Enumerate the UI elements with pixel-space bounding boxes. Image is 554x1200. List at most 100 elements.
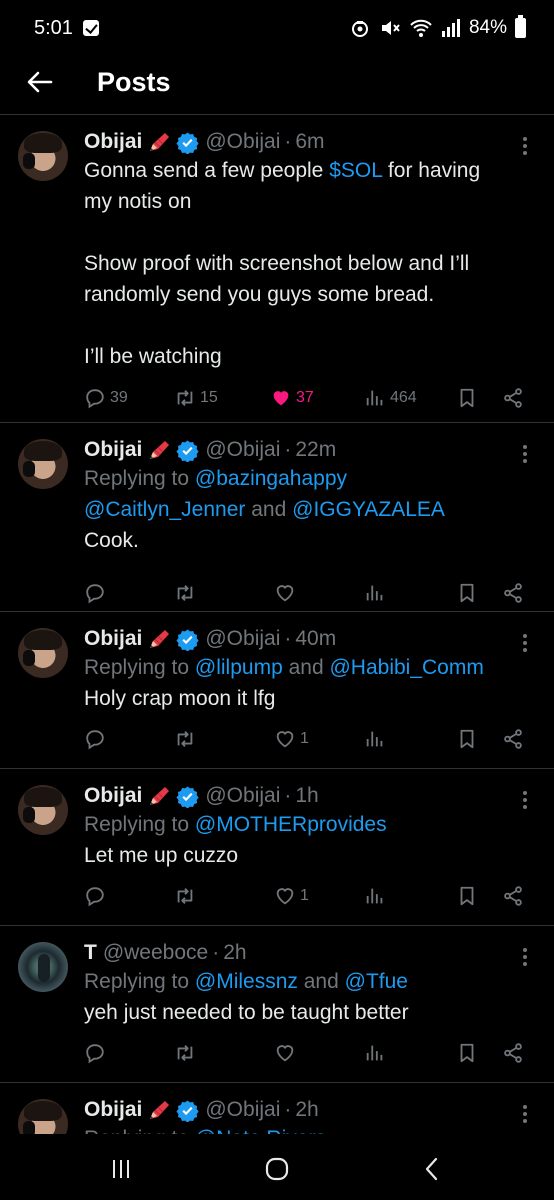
mention-link[interactable]: @Milessnz [195, 970, 298, 993]
views-button[interactable] [364, 1040, 386, 1066]
share-icon [502, 1042, 524, 1064]
avatar[interactable] [18, 942, 68, 992]
post-actions: 1 [84, 883, 534, 909]
mention-link[interactable]: @lilpump [195, 656, 283, 679]
avatar[interactable] [18, 785, 68, 835]
repost-button[interactable] [174, 883, 196, 909]
more-options-icon[interactable] [514, 946, 536, 968]
views-button[interactable] [364, 883, 386, 909]
repost-button[interactable] [174, 726, 196, 752]
share-button[interactable] [502, 580, 524, 606]
status-time: 5:01 [34, 16, 73, 39]
share-button[interactable] [502, 883, 524, 909]
post-time[interactable]: 2h [223, 941, 246, 965]
verified-badge-icon[interactable] [176, 439, 199, 462]
like-button[interactable]: 37 [270, 385, 314, 411]
author-name[interactable]: Obijai [84, 130, 142, 154]
reply-button[interactable] [84, 580, 106, 606]
post-item[interactable]: Obijai @Obijai · 22m Replying to @bazing… [0, 422, 554, 611]
page-title: Posts [97, 67, 171, 97]
like-count: 1 [300, 887, 309, 904]
views-button[interactable]: 464 [364, 385, 417, 411]
like-button[interactable]: 1 [274, 726, 309, 752]
post-time[interactable]: 40m [295, 627, 336, 651]
mention-link[interactable]: @bazingahappy [195, 467, 347, 490]
like-button[interactable] [274, 1040, 296, 1066]
more-options-icon[interactable] [514, 443, 536, 465]
author-handle[interactable]: @Obijai [205, 438, 280, 462]
views-button[interactable] [364, 580, 386, 606]
wifi-icon [410, 19, 432, 37]
share-button[interactable] [502, 1040, 524, 1066]
share-button[interactable] [502, 726, 524, 752]
post-time[interactable]: 2h [295, 1098, 318, 1122]
post-actions [84, 1040, 534, 1066]
author-name[interactable]: Obijai [84, 784, 142, 808]
author-handle[interactable]: @weeboce [103, 941, 208, 965]
author-handle[interactable]: @Obijai [205, 627, 280, 651]
separator-dot: · [212, 941, 220, 964]
heart-filled-icon [270, 387, 292, 409]
verified-badge-icon[interactable] [176, 785, 199, 808]
post-item[interactable]: T @weeboce · 2h Replying to @Milessnz an… [0, 925, 554, 1082]
bookmark-button[interactable] [456, 1040, 478, 1066]
bookmark-button[interactable] [456, 385, 478, 411]
views-icon [364, 728, 386, 750]
post-item[interactable]: Obijai @Obijai · 6m Gonna send a few peo… [0, 114, 554, 422]
author-name[interactable]: Obijai [84, 1098, 142, 1122]
author-handle[interactable]: @Obijai [205, 784, 280, 808]
mute-icon [381, 21, 400, 35]
mention-link[interactable]: @Habibi_Comm [329, 656, 483, 679]
repost-icon [174, 1042, 196, 1064]
views-icon [364, 1042, 386, 1064]
more-options-icon[interactable] [514, 789, 536, 811]
author-handle[interactable]: @Obijai [205, 1098, 280, 1122]
bookmark-button[interactable] [456, 580, 478, 606]
like-count: 1 [300, 730, 309, 747]
notification-check-icon [82, 20, 99, 36]
repost-button[interactable] [174, 580, 196, 606]
post-item[interactable]: Obijai @Obijai · 1h Replying to @MOTHERp… [0, 768, 554, 925]
author-name[interactable]: T [84, 941, 97, 965]
bookmark-button[interactable] [456, 726, 478, 752]
mention-link[interactable]: @Caitlyn_Jenner [84, 498, 245, 521]
repost-button[interactable] [174, 1040, 196, 1066]
verified-badge-icon[interactable] [176, 131, 199, 154]
reply-button[interactable]: 39 [84, 385, 128, 411]
back-nav-icon[interactable] [420, 1156, 446, 1182]
reply-button[interactable] [84, 1040, 106, 1066]
avatar[interactable] [18, 628, 68, 678]
avatar[interactable] [18, 131, 68, 181]
home-icon[interactable] [264, 1156, 290, 1182]
mention-link[interactable]: @IGGYAZALEA [292, 498, 445, 521]
like-button[interactable] [274, 580, 296, 606]
more-options-icon[interactable] [514, 135, 536, 157]
crayon-emoji-icon [146, 784, 172, 808]
author-name[interactable]: Obijai [84, 438, 142, 462]
share-button[interactable] [502, 385, 524, 411]
mention-link[interactable]: @MOTHERprovides [195, 813, 387, 836]
repost-button[interactable]: 15 [174, 385, 218, 411]
verified-badge-icon[interactable] [176, 1099, 199, 1122]
reply-button[interactable] [84, 726, 106, 752]
verified-badge-icon[interactable] [176, 628, 199, 651]
post-actions: 39 15 37 464 [84, 385, 534, 411]
post-time[interactable]: 1h [295, 784, 318, 808]
reply-button[interactable] [84, 883, 106, 909]
heart-icon [274, 582, 296, 604]
views-button[interactable] [364, 726, 386, 752]
like-button[interactable]: 1 [274, 883, 309, 909]
cashtag-link[interactable]: $SOL [329, 159, 382, 182]
post-time[interactable]: 22m [295, 438, 336, 462]
more-options-icon[interactable] [514, 632, 536, 654]
author-name[interactable]: Obijai [84, 627, 142, 651]
back-arrow-icon[interactable] [26, 68, 54, 96]
author-handle[interactable]: @Obijai [205, 130, 280, 154]
post-item[interactable]: Obijai @Obijai · 40m Replying to @lilpum… [0, 611, 554, 768]
recent-apps-icon[interactable] [108, 1156, 134, 1182]
avatar[interactable] [18, 439, 68, 489]
more-options-icon[interactable] [514, 1103, 536, 1125]
bookmark-button[interactable] [456, 883, 478, 909]
post-time[interactable]: 6m [295, 130, 324, 154]
mention-link[interactable]: @Tfue [345, 970, 408, 993]
